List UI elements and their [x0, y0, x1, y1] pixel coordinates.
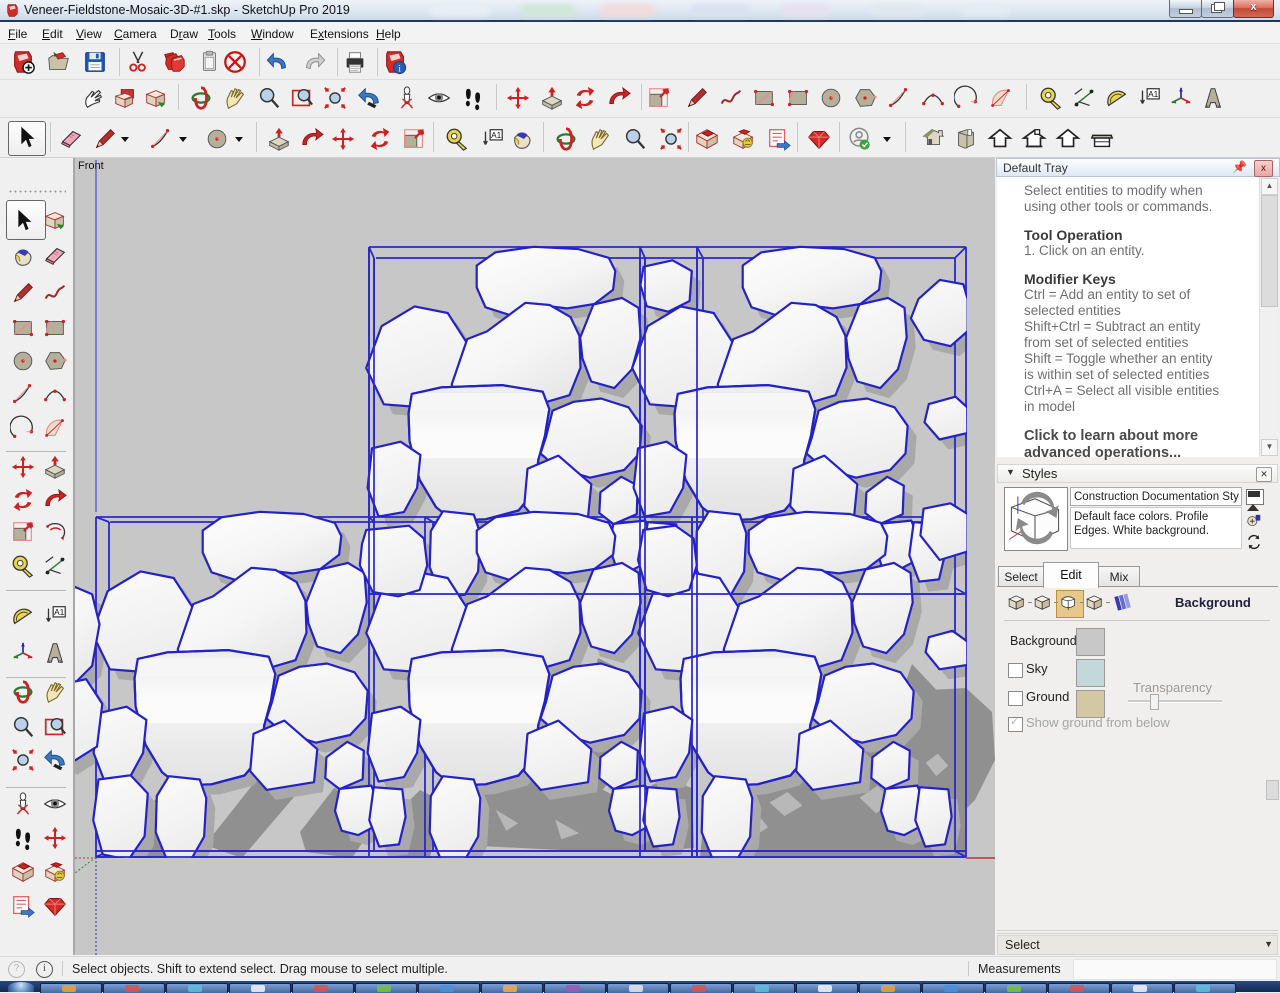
svg-text:A1: A1: [491, 130, 502, 140]
svg-text:A1: A1: [1148, 89, 1159, 99]
svg-text:A1: A1: [54, 607, 65, 617]
svg-text:i: i: [398, 64, 401, 74]
svg-text:Front: Front: [78, 160, 104, 172]
